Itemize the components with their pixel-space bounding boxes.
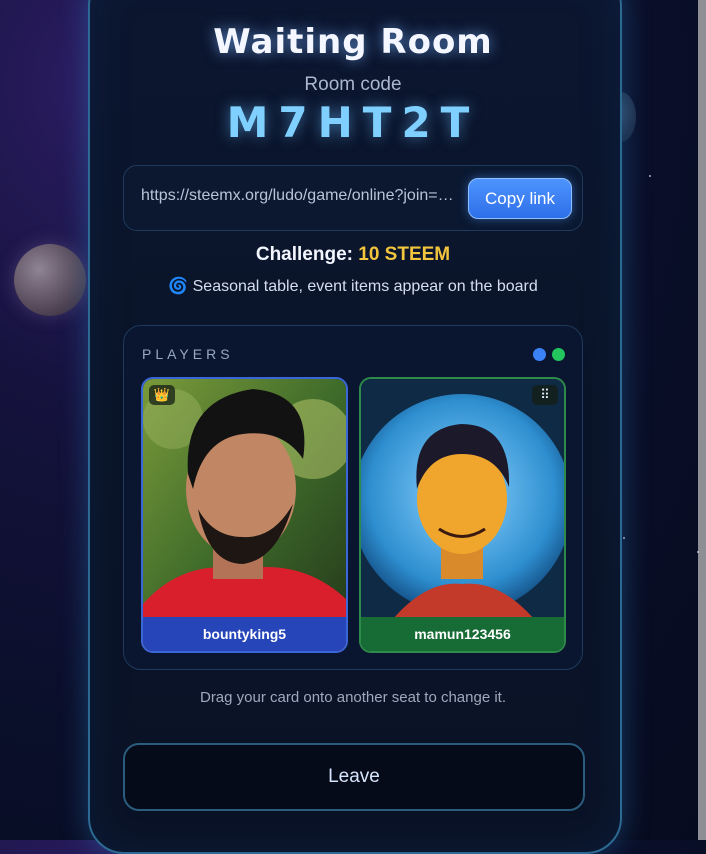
season-text: Seasonal table, event items appear on th… xyxy=(192,278,538,295)
status-dot-green xyxy=(552,348,565,361)
window-edge xyxy=(698,0,706,840)
leave-button[interactable]: Leave xyxy=(123,743,585,811)
players-heading: PLAYERS xyxy=(142,346,234,362)
status-dot-blue xyxy=(533,348,546,361)
drag-handle-icon[interactable]: ⠿ xyxy=(532,385,558,405)
players-panel: PLAYERS 👑 bountyking5 ⠿ mamun123456 xyxy=(123,325,583,670)
player-avatar xyxy=(361,379,564,651)
season-info: 🌀 Seasonal table, event items appear on … xyxy=(88,276,618,296)
player-card[interactable]: ⠿ mamun123456 xyxy=(359,377,566,653)
player-card[interactable]: 👑 bountyking5 xyxy=(141,377,348,653)
invite-link-text[interactable]: https://steemx.org/ludo/game/online?join… xyxy=(141,187,456,205)
invite-link-box: https://steemx.org/ludo/game/online?join… xyxy=(123,165,583,231)
room-code: M7HT2T xyxy=(226,98,480,147)
drag-hint: Drag your card onto another seat to chan… xyxy=(199,689,507,706)
copy-link-button[interactable]: Copy link xyxy=(468,178,572,219)
challenge-amount: 10 STEEM xyxy=(358,244,451,265)
challenge-line: Challenge: 10 STEEM xyxy=(88,244,618,266)
challenge-label: Challenge: xyxy=(255,244,353,265)
page-title: Waiting Room xyxy=(213,22,493,62)
star xyxy=(649,175,651,177)
player-name: mamun123456 xyxy=(361,617,564,651)
star xyxy=(697,551,699,553)
star xyxy=(623,537,625,539)
room-code-label: Room code xyxy=(304,74,402,95)
planet-decoration xyxy=(14,244,86,316)
player-name: bountyking5 xyxy=(143,617,346,651)
player-avatar xyxy=(143,379,346,651)
spiral-icon: 🌀 xyxy=(168,278,189,295)
crown-icon: 👑 xyxy=(149,385,175,405)
